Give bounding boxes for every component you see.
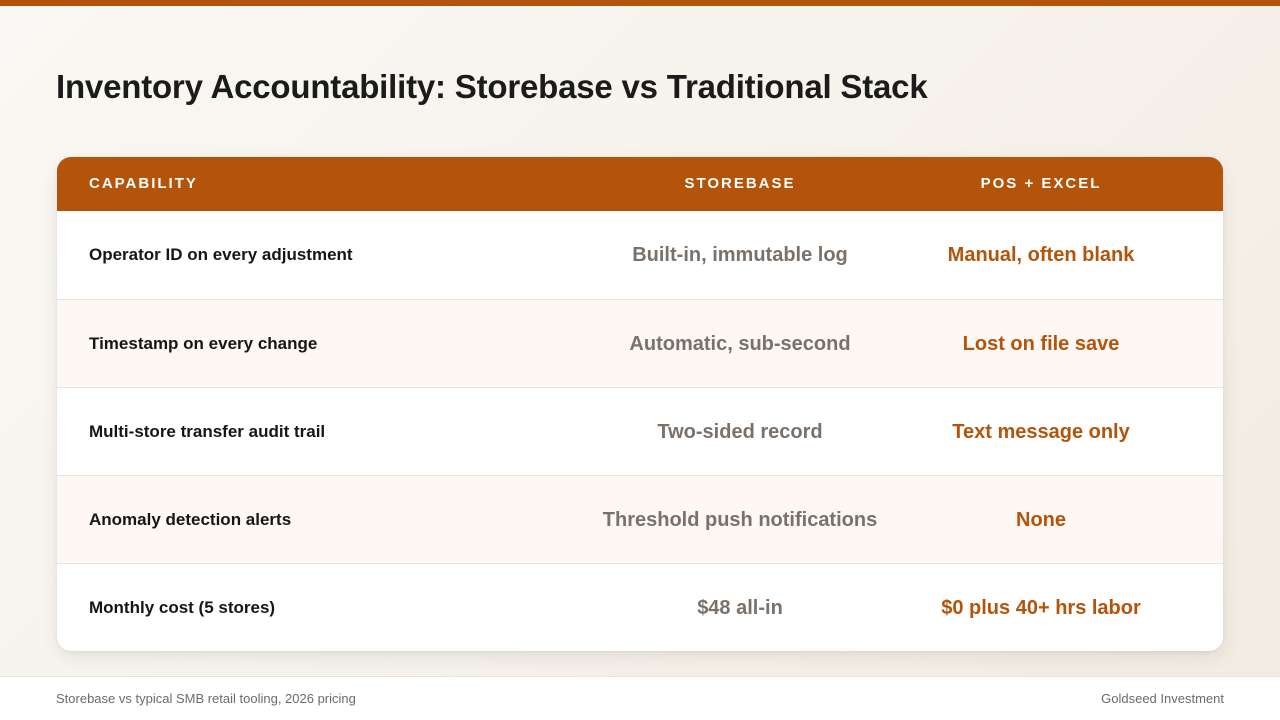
footer: Storebase vs typical SMB retail tooling,… xyxy=(0,676,1280,720)
top-accent-bar xyxy=(0,0,1280,6)
table-row: Timestamp on every change Automatic, sub… xyxy=(57,299,1223,387)
table-row: Anomaly detection alerts Threshold push … xyxy=(57,475,1223,563)
table-row: Multi-store transfer audit trail Two-sid… xyxy=(57,387,1223,475)
storebase-cell: Two-sided record xyxy=(657,421,823,443)
pos-excel-cell: None xyxy=(1016,509,1066,531)
capability-cell: Timestamp on every change xyxy=(89,334,318,353)
pos-excel-cell: Lost on file save xyxy=(962,333,1120,355)
capability-cell: Operator ID on every adjustment xyxy=(89,245,353,264)
storebase-cell: Automatic, sub-second xyxy=(629,333,851,355)
pos-excel-cell: Text message only xyxy=(952,421,1130,443)
capability-cell: Monthly cost (5 stores) xyxy=(89,598,276,617)
header-storebase: Storebase xyxy=(684,175,796,192)
page-title: Inventory Accountability: Storebase vs T… xyxy=(56,68,928,105)
footer-brand: Goldseed Investment xyxy=(1101,691,1224,706)
header-pos-excel: POS + Excel xyxy=(980,175,1102,192)
capability-cell: Multi-store transfer audit trail xyxy=(89,422,326,441)
storebase-cell: Threshold push notifications xyxy=(602,509,878,531)
table-body: Operator ID on every adjustment Built-in… xyxy=(57,211,1223,651)
pos-excel-cell: Manual, often blank xyxy=(947,244,1135,266)
capability-cell: Anomaly detection alerts xyxy=(89,510,292,529)
table-row: Operator ID on every adjustment Built-in… xyxy=(57,211,1223,299)
pos-excel-cell: $0 plus 40+ hrs labor xyxy=(941,597,1141,619)
footer-source-note: Storebase vs typical SMB retail tooling,… xyxy=(56,691,356,706)
storebase-cell: $48 all-in xyxy=(697,597,783,619)
table-header: Capability Storebase POS + Excel xyxy=(57,157,1223,211)
header-capability: Capability xyxy=(89,175,198,192)
comparison-table: Capability Storebase POS + Excel Operato… xyxy=(57,157,1223,651)
storebase-cell: Built-in, immutable log xyxy=(632,244,848,266)
table-row: Monthly cost (5 stores) $48 all-in $0 pl… xyxy=(57,563,1223,651)
